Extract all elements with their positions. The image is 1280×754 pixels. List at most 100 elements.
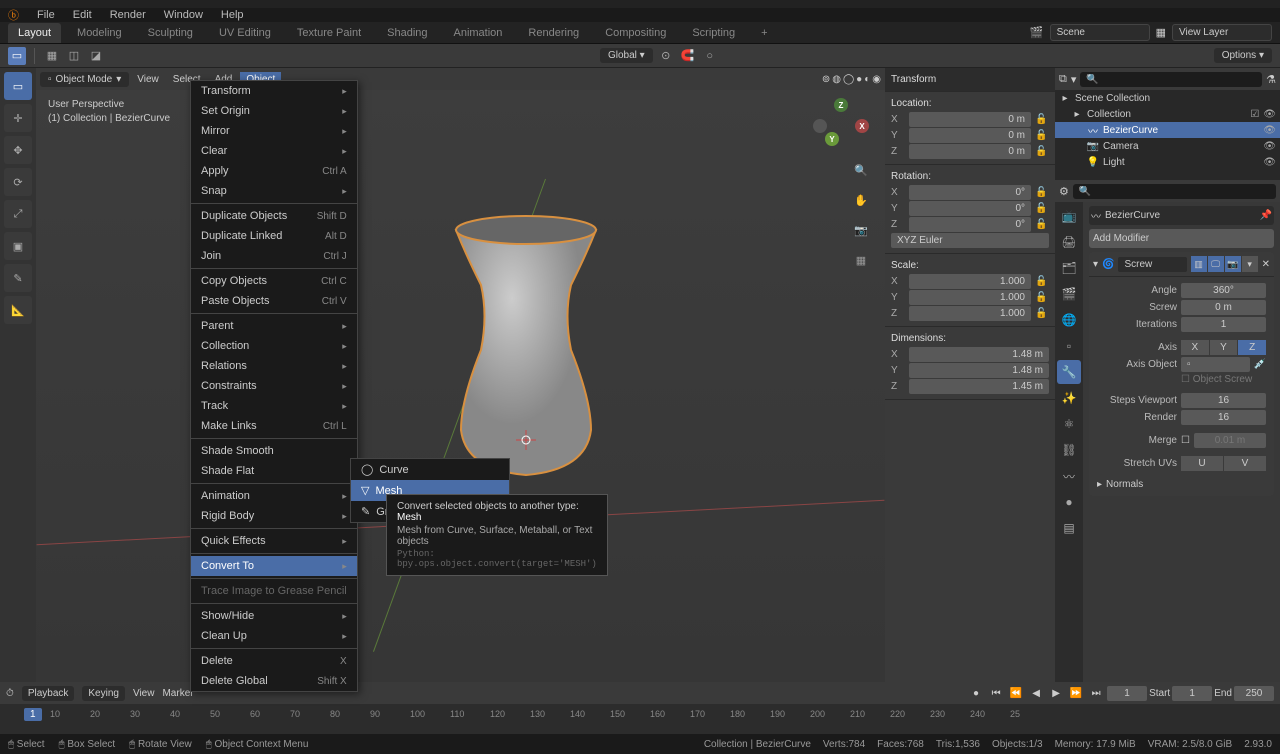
tab-animation[interactable]: Animation [444,23,513,43]
menu-item-delete[interactable]: DeleteX [191,651,357,671]
nav-gizmo[interactable]: Z X Y [813,98,869,154]
select-tool-icon[interactable]: ▭ [8,47,26,65]
eyedropper-icon[interactable]: 💉 [1254,359,1266,370]
menu-item-trace-image-to-grease-pencil[interactable]: Trace Image to Grease Pencil [191,581,357,601]
snap-grid-icon[interactable]: ▦ [43,47,61,65]
convert-item-curve[interactable]: ◯Curve [351,459,509,480]
dim-x[interactable]: 1.48 m [909,347,1049,362]
menu-item-apply[interactable]: ApplyCtrl A [191,161,357,181]
menu-item-paste-objects[interactable]: Paste ObjectsCtrl V [191,291,357,311]
prev-key-icon[interactable]: ⏪ [1007,685,1025,701]
jump-start-icon[interactable]: ⏮ [987,685,1005,701]
camera-view-icon[interactable]: 📷 [851,220,871,240]
outliner-item-camera[interactable]: 📷Camera👁 [1055,138,1280,154]
tab-layout[interactable]: Layout [8,23,61,43]
axis-btn-y[interactable]: Y [1210,340,1238,355]
tool-cursor[interactable]: ✛ [4,104,32,132]
menu-item-clean-up[interactable]: Clean Up▸ [191,626,357,646]
tl-marker[interactable]: Marker [162,688,193,699]
ptab-texture[interactable]: ▤ [1057,516,1081,540]
rot-x[interactable]: 0° [909,185,1031,200]
play-icon[interactable]: ▶ [1047,685,1065,701]
mod-name-field[interactable]: Screw [1118,257,1186,272]
mod-axis-object[interactable]: ▫ [1181,357,1250,372]
ptab-material[interactable]: ● [1057,490,1081,514]
shading-matprev-icon[interactable]: ◐ [864,74,870,85]
propedit-icon[interactable]: ○ [701,47,719,65]
mod-collapse-icon[interactable]: ▾ [1093,259,1098,270]
tab-uv[interactable]: UV Editing [209,23,281,43]
menu-item-parent[interactable]: Parent▸ [191,316,357,336]
dim-z[interactable]: 1.45 m [909,379,1049,394]
snap-e1-icon[interactable]: ◫ [65,47,83,65]
mod-screw[interactable]: 0 m [1181,300,1266,315]
outliner-display-icon[interactable]: ▾ [1071,73,1077,86]
menu-item-snap[interactable]: Snap▸ [191,181,357,201]
menu-item-copy-objects[interactable]: Copy ObjectsCtrl C [191,271,357,291]
loc-y[interactable]: 0 m [909,128,1031,143]
mod-cage-icon[interactable]: ▾ [1242,256,1258,272]
tab-shading[interactable]: Shading [377,23,437,43]
scene-name-field[interactable] [1050,24,1150,41]
autokey-icon[interactable]: ● [967,685,985,701]
scale-y[interactable]: 1.000 [909,290,1031,305]
hmenu-view[interactable]: View [131,72,165,87]
start-frame-field[interactable] [1172,686,1212,701]
menu-item-shade-smooth[interactable]: Shade Smooth [191,441,357,461]
snap-magnet-icon[interactable]: 🧲 [679,47,697,65]
menu-window[interactable]: Window [164,9,203,21]
menu-edit[interactable]: Edit [73,9,92,21]
timeline-ruler[interactable]: 1 10203040506070809010011012013014015016… [0,704,1280,724]
shading-solid-icon[interactable]: ● [856,74,862,85]
menu-item-collection[interactable]: Collection▸ [191,336,357,356]
zoom-icon[interactable]: 🔍 [851,160,871,180]
overlay-toggle-icon[interactable]: ⊚ [822,74,830,85]
shading-wire-icon[interactable]: ◯ [843,74,854,85]
menu-item-clear[interactable]: Clear▸ [191,141,357,161]
tl-view[interactable]: View [133,688,155,699]
ptab-render[interactable]: 📺 [1057,204,1081,228]
ptab-data[interactable]: 〰 [1057,464,1081,488]
outliner-item-beziercurve[interactable]: 〰BezierCurve👁 [1055,122,1280,138]
transform-panel-title[interactable]: Transform [891,72,1049,87]
props-search[interactable] [1073,184,1276,199]
mod-angle[interactable]: 360° [1181,283,1266,298]
mod-steps-render[interactable]: 16 [1181,410,1266,425]
ptab-particles[interactable]: ✨ [1057,386,1081,410]
tool-transform[interactable]: ▣ [4,232,32,260]
tab-rendering[interactable]: Rendering [518,23,589,43]
stretch-u[interactable]: U [1181,456,1223,471]
menu-item-duplicate-linked[interactable]: Duplicate LinkedAlt D [191,226,357,246]
ptab-modifiers[interactable]: 🔧 [1057,360,1081,384]
next-key-icon[interactable]: ⏩ [1067,685,1085,701]
menu-item-join[interactable]: JoinCtrl J [191,246,357,266]
tool-select-box[interactable]: ▭ [4,72,32,100]
outliner-filter-icon[interactable]: ⚗ [1266,73,1276,86]
tl-keying[interactable]: Keying [82,686,125,701]
menu-item-convert-to[interactable]: Convert To▸ [191,556,357,576]
ptab-object[interactable]: ▫ [1057,334,1081,358]
ptab-physics[interactable]: ⚛ [1057,412,1081,436]
outliner-item-light[interactable]: 💡Light👁 [1055,154,1280,170]
rot-z[interactable]: 0° [909,217,1031,232]
menu-item-delete-global[interactable]: Delete GlobalShift X [191,671,357,691]
mod-close-icon[interactable]: ✕ [1262,259,1270,270]
persp-ortho-icon[interactable]: ▦ [851,250,871,270]
mod-iterations[interactable]: 1 [1181,317,1266,332]
mod-edit-icon[interactable]: ▥ [1191,256,1207,272]
rot-mode[interactable]: XYZ Euler [891,233,1049,248]
tool-annotate[interactable]: ✎ [4,264,32,292]
menu-item-show/hide[interactable]: Show/Hide▸ [191,606,357,626]
ptab-output[interactable]: 🖨 [1057,230,1081,254]
menu-help[interactable]: Help [221,9,244,21]
tool-measure[interactable]: 📐 [4,296,32,324]
jump-end-icon[interactable]: ⏭ [1087,685,1105,701]
ptab-constraints[interactable]: ⛓ [1057,438,1081,462]
tool-move[interactable]: ✥ [4,136,32,164]
tab-texpaint[interactable]: Texture Paint [287,23,371,43]
menu-item-quick-effects[interactable]: Quick Effects▸ [191,531,357,551]
current-frame-field[interactable] [1107,686,1147,701]
orientation-select[interactable]: Global ▾ [600,48,653,63]
tl-playback[interactable]: Playback [22,686,75,701]
snap-e2-icon[interactable]: ◪ [87,47,105,65]
